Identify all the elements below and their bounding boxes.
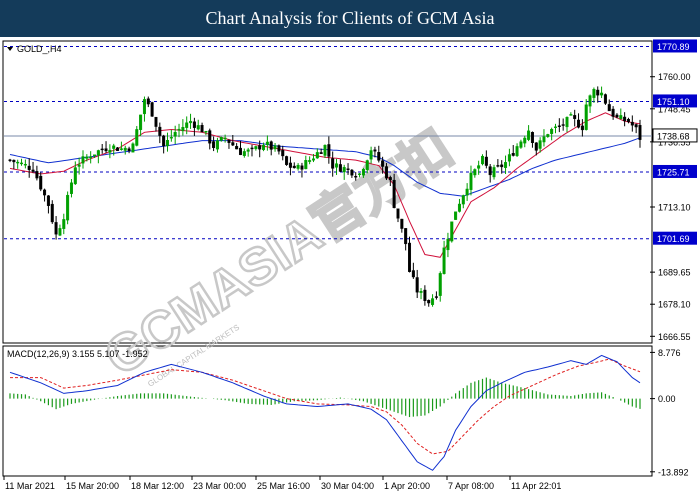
macd-tick-label: 8.776 bbox=[658, 348, 681, 358]
level-label: 1738.68 bbox=[657, 131, 690, 141]
level-label: 1701.69 bbox=[657, 234, 690, 244]
level-price-box: 1751.10 bbox=[653, 94, 697, 108]
x-tick-label: 30 Mar 04:00 bbox=[321, 481, 374, 491]
x-tick-label: 11 Mar 2021 bbox=[5, 481, 55, 491]
x-tick-label: 25 Mar 16:00 bbox=[257, 481, 310, 491]
candle bbox=[131, 142, 135, 153]
candle bbox=[603, 93, 607, 105]
level-price-box: 1738.68 bbox=[652, 128, 698, 143]
price-tick-label: 1713.10 bbox=[658, 203, 691, 213]
candle bbox=[66, 191, 70, 225]
x-tick-label: 18 Mar 12:00 bbox=[131, 481, 184, 491]
macd-tick-label: 0.00 bbox=[658, 394, 676, 404]
macd-tick-label: -13.892 bbox=[658, 467, 689, 477]
level-label: 1770.89 bbox=[657, 42, 690, 52]
level-label: 1751.10 bbox=[657, 97, 690, 107]
price-tick-label: 1666.55 bbox=[658, 332, 691, 342]
x-tick-label: 15 Mar 20:00 bbox=[66, 481, 119, 491]
price-tick-label: 1678.10 bbox=[658, 300, 691, 310]
level-price-box: 1701.69 bbox=[653, 231, 697, 245]
candle bbox=[450, 221, 454, 243]
macd-label: MACD(12,26,9) 3.155 5.107 -1.952 bbox=[7, 349, 148, 359]
x-tick-label: 7 Apr 08:00 bbox=[448, 481, 494, 491]
level-label: 1725.71 bbox=[657, 167, 690, 177]
price-tick-label: 1760.00 bbox=[658, 72, 691, 82]
title-bar: Chart Analysis for Clients of GCM Asia bbox=[0, 0, 700, 37]
x-tick-label: 1 Apr 20:00 bbox=[384, 481, 430, 491]
candle bbox=[285, 155, 289, 166]
candle bbox=[150, 101, 154, 117]
level-price-box: 1770.89 bbox=[653, 39, 697, 53]
page-title: Chart Analysis for Clients of GCM Asia bbox=[205, 8, 495, 28]
candle bbox=[454, 211, 458, 220]
level-price-box: 1725.71 bbox=[653, 164, 697, 178]
price-tick-label: 1689.65 bbox=[658, 268, 691, 278]
chart-frame: GCMASIA官方扣 GLOBAL CAPITAL MARKETS 1760.0… bbox=[0, 37, 700, 500]
price-chart[interactable]: GCMASIA官方扣 GLOBAL CAPITAL MARKETS 1760.0… bbox=[0, 37, 700, 500]
candle bbox=[116, 147, 120, 151]
x-tick-label: 23 Mar 00:00 bbox=[193, 481, 246, 491]
symbol-text: GOLD_,H4 bbox=[17, 44, 62, 54]
x-tick-label: 11 Apr 22:01 bbox=[511, 481, 561, 491]
